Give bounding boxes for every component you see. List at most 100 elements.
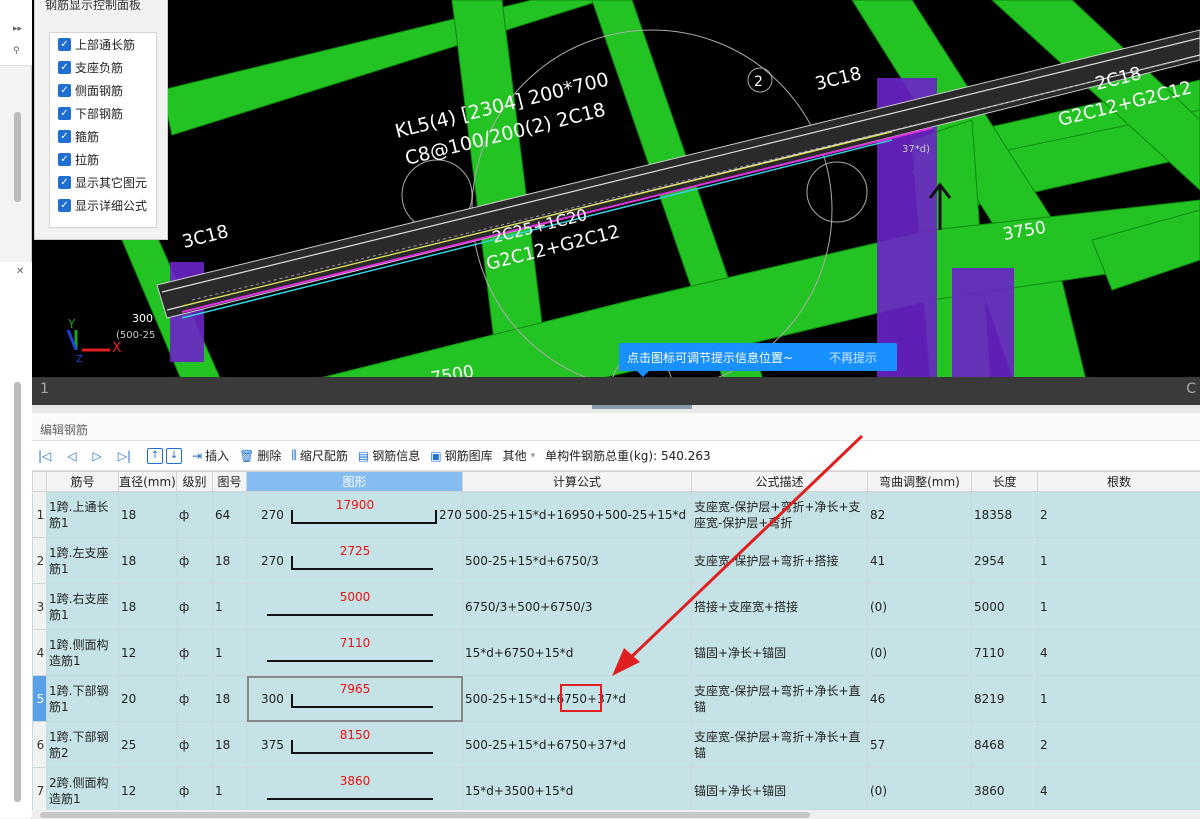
col-count[interactable]: 根数 (1037, 471, 1200, 492)
diameter-cell[interactable]: 25 (118, 721, 177, 768)
count-cell[interactable]: 1 (1037, 583, 1200, 630)
diameter-cell[interactable]: 12 (118, 629, 177, 676)
count-cell[interactable]: 2 (1037, 721, 1200, 768)
dont-show-again-link[interactable]: 不再提示 (829, 349, 877, 366)
name-cell[interactable]: 1跨.下部钢筋2 (46, 721, 119, 768)
bend-cell[interactable]: 41 (867, 537, 972, 584)
col-formula[interactable]: 计算公式 (462, 471, 692, 492)
checkbox-icon[interactable]: ✓ (58, 61, 71, 74)
rebar-library-button[interactable]: ▣ 钢筋图库 (430, 447, 492, 464)
shape-cell[interactable]: 7110 (246, 629, 463, 676)
count-cell[interactable]: 2 (1037, 491, 1200, 538)
left-scrollbar-bottom[interactable] (14, 382, 21, 802)
count-cell[interactable]: 4 (1037, 767, 1200, 814)
grade-cell[interactable]: ф (176, 675, 213, 722)
option-show-formula[interactable]: ✓ 显示详细公式 (50, 194, 156, 217)
shape-cell[interactable]: 375 8150 (246, 721, 463, 768)
checkbox-icon[interactable]: ✓ (58, 153, 71, 166)
panel-splitter[interactable] (32, 405, 1200, 413)
description-cell[interactable]: 支座宽-保护层+弯折+搭接 (691, 537, 868, 584)
first-record-icon[interactable]: |◁ (38, 449, 51, 463)
other-dropdown[interactable]: 其他 ▾ (503, 447, 536, 464)
rownum[interactable]: 4 (32, 629, 47, 676)
checkbox-icon[interactable]: ✓ (58, 130, 71, 143)
figure-cell[interactable]: 1 (212, 767, 247, 814)
formula-cell[interactable]: 6750/3+500+6750/3 (462, 583, 692, 630)
description-cell[interactable]: 搭接+支座宽+搭接 (691, 583, 868, 630)
prev-record-icon[interactable]: ◁ (67, 449, 76, 463)
diameter-cell[interactable]: 20 (118, 675, 177, 722)
length-cell[interactable]: 7110 (971, 629, 1038, 676)
shape-cell[interactable]: 270 2725 (246, 537, 463, 584)
grade-cell[interactable]: ф (176, 721, 213, 768)
figure-cell[interactable]: 18 (212, 721, 247, 768)
formula-cell[interactable]: 15*d+6750+15*d (462, 629, 692, 676)
checkbox-icon[interactable]: ✓ (58, 199, 71, 212)
checkbox-icon[interactable]: ✓ (58, 84, 71, 97)
name-cell[interactable]: 1跨.右支座筋1 (46, 583, 119, 630)
checkbox-icon[interactable]: ✓ (58, 176, 71, 189)
option-stirrup[interactable]: ✓ 箍筋 (50, 125, 156, 148)
name-cell[interactable]: 1跨.下部钢筋1 (46, 675, 119, 722)
figure-cell[interactable]: 1 (212, 629, 247, 676)
option-support-negative[interactable]: ✓ 支座负筋 (50, 56, 156, 79)
grade-cell[interactable]: ф (176, 583, 213, 630)
close-icon[interactable]: ✕ (16, 266, 24, 277)
bend-cell[interactable]: (0) (867, 583, 972, 630)
option-bottom-rebar[interactable]: ✓ 下部钢筋 (50, 102, 156, 125)
next-record-icon[interactable]: ▷ (93, 449, 102, 463)
option-show-other[interactable]: ✓ 显示其它图元 (50, 171, 156, 194)
grade-cell[interactable]: ф (176, 767, 213, 814)
name-cell[interactable]: 1跨.左支座筋1 (46, 537, 119, 584)
option-side-rebar[interactable]: ✓ 侧面钢筋 (50, 79, 156, 102)
move-up-icon[interactable]: ↑ (147, 447, 164, 464)
length-cell[interactable]: 3860 (971, 767, 1038, 814)
col-diameter[interactable]: 直径(mm) (118, 471, 177, 492)
rownum[interactable]: 5 (32, 675, 47, 722)
table-row[interactable]: 2 1跨.左支座筋1 18 ф 18 270 2725 500-25+15*d+6750/3 支… (32, 537, 1200, 584)
col-name[interactable]: 筋号 (46, 471, 119, 492)
figure-cell[interactable]: 18 (212, 675, 247, 722)
table-row[interactable]: 3 1跨.右支座筋1 18 ф 1 5000 6750/3+500+6750/3 搭接+支座宽… (32, 583, 1200, 630)
col-shape[interactable]: 图形 (246, 471, 463, 492)
name-cell[interactable]: 1跨.上通长筋1 (46, 491, 119, 538)
table-row[interactable]: 4 1跨.侧面构造筋1 12 ф 1 7110 15*d+6750+15*d 锚固+净长+锚固… (32, 629, 1200, 676)
shape-cell[interactable]: 300 7965 (246, 675, 463, 722)
last-record-icon[interactable]: ▷| (118, 449, 131, 463)
bend-cell[interactable]: 46 (867, 675, 972, 722)
move-down-icon[interactable]: ↓ (166, 447, 183, 464)
left-scrollbar-top[interactable] (14, 112, 21, 202)
name-cell[interactable]: 2跨.侧面构造筋1 (46, 767, 119, 814)
table-row[interactable]: 1 1跨.上通长筋1 18 ф 64 270 270 17900 500-25+15*d+169… (32, 491, 1200, 538)
horizontal-scrollbar[interactable] (32, 810, 1200, 819)
formula-cell[interactable]: 500-25+15*d+16950+500-25+15*d (462, 491, 692, 538)
formula-cell[interactable]: 500-25+15*d+6750/3 (462, 537, 692, 584)
formula-cell[interactable]: 500-25+15*d+6750+37*d (462, 721, 692, 768)
col-bend-adjust[interactable]: 弯曲调整(mm) (867, 471, 972, 492)
diameter-cell[interactable]: 18 (118, 583, 177, 630)
rownum[interactable]: 1 (32, 491, 47, 538)
rownum[interactable]: 3 (32, 583, 47, 630)
figure-cell[interactable]: 64 (212, 491, 247, 538)
search-icon[interactable]: ⚲ (13, 46, 20, 56)
length-cell[interactable]: 8219 (971, 675, 1038, 722)
count-cell[interactable]: 1 (1037, 675, 1200, 722)
bend-cell[interactable]: 82 (867, 491, 972, 538)
expand-icon[interactable]: ▸▸ (13, 24, 22, 34)
description-cell[interactable]: 锚固+净长+锚固 (691, 629, 868, 676)
col-grade[interactable]: 级别 (176, 471, 213, 492)
bend-cell[interactable]: (0) (867, 629, 972, 676)
insert-button[interactable]: ⇥ 插入 (192, 447, 229, 464)
grade-cell[interactable]: ф (176, 491, 213, 538)
rownum[interactable]: 6 (32, 721, 47, 768)
length-cell[interactable]: 2954 (971, 537, 1038, 584)
count-cell[interactable]: 1 (1037, 537, 1200, 584)
col-figure-no[interactable]: 图号 (212, 471, 247, 492)
count-cell[interactable]: 4 (1037, 629, 1200, 676)
rownum[interactable]: 7 (32, 767, 47, 814)
description-cell[interactable]: 支座宽-保护层+弯折+净长+直锚 (691, 675, 868, 722)
rownum[interactable]: 2 (32, 537, 47, 584)
shape-cell[interactable]: 270 270 17900 (246, 491, 463, 538)
scroll-thumb[interactable] (40, 812, 810, 818)
shape-cell[interactable]: 3860 (246, 767, 463, 814)
